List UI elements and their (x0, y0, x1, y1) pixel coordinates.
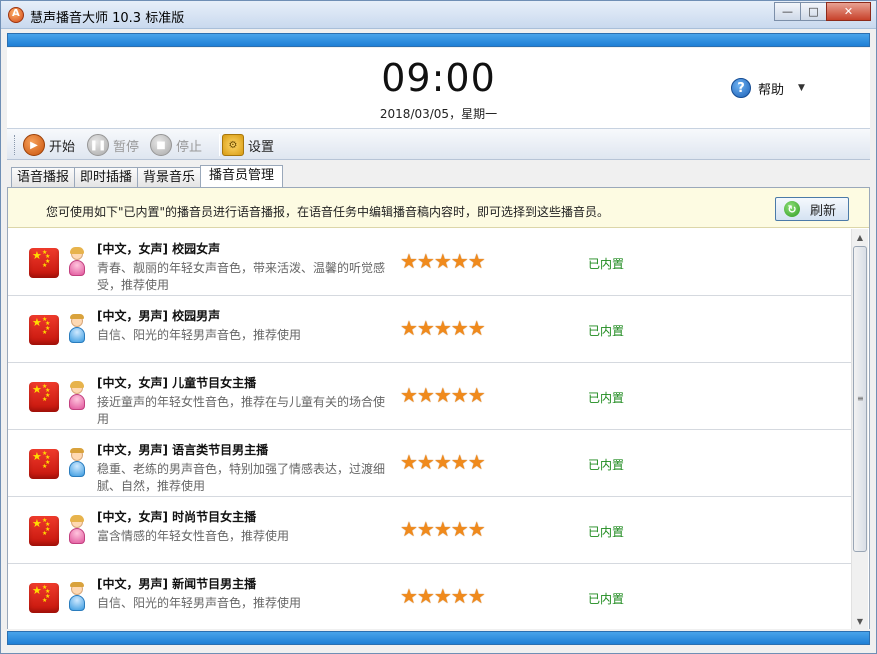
toolbar-separator (219, 134, 220, 156)
pause-icon: ❚❚ (87, 134, 109, 156)
stop-button[interactable]: ■ 停止 (150, 133, 202, 157)
minimize-button[interactable]: — (774, 2, 801, 21)
rating-stars-icon: ★★★★★ (400, 517, 486, 541)
toolbar-grip[interactable] (14, 135, 17, 155)
stop-label: 停止 (176, 139, 203, 155)
refresh-button[interactable]: ↻ 刷新 (775, 197, 849, 221)
voice-status: 已内置 (588, 257, 625, 271)
settings-label: 设置 (248, 139, 275, 155)
refresh-label: 刷新 (810, 203, 837, 219)
voice-row[interactable]: ★ ★ ★ ★ ★ [中文，女声] 校园女声青春、靓丽的年轻女声音色，带来活泼、温馨的听觉… (8, 229, 851, 296)
scrollbar-thumb[interactable]: ≡ (853, 246, 867, 552)
rating-stars-icon: ★★★★★ (400, 584, 486, 608)
scroll-up-arrow-icon[interactable]: ▲ (852, 229, 868, 245)
app-logo-icon (8, 7, 24, 23)
pause-label: 暂停 (113, 139, 140, 155)
tab-voice-broadcast[interactable]: 语音播报 (11, 167, 76, 188)
toolbar: ▶ 开始 ❚❚ 暂停 ■ 停止 ⚙ 设置 (7, 128, 870, 160)
voice-status: 已内置 (588, 324, 625, 338)
rating-stars-icon: ★★★★★ (400, 249, 486, 273)
voice-description: 青春、靓丽的年轻女声音色，带来活泼、温馨的听觉感受，推荐使用 (97, 261, 386, 292)
top-accent-bar (7, 33, 870, 47)
voice-description: 自信、阳光的年轻男声音色，推荐使用 (97, 328, 302, 342)
help-label[interactable]: 帮助 (758, 79, 784, 98)
maximize-button[interactable]: □ (800, 2, 827, 21)
settings-button[interactable]: ⚙ 设置 (222, 133, 274, 157)
scroll-down-arrow-icon[interactable]: ▼ (852, 613, 868, 629)
bottom-accent-bar (7, 631, 870, 645)
start-label: 开始 (49, 139, 76, 155)
window-controls: — □ ✕ (774, 2, 871, 21)
pause-button[interactable]: ❚❚ 暂停 (87, 133, 139, 157)
voice-status: 已内置 (588, 592, 625, 606)
voice-name: [中文，男声] 语言类节目男主播 (97, 443, 269, 457)
china-flag-icon: ★ ★ ★ ★ ★ (29, 315, 59, 345)
female-avatar-icon (68, 381, 86, 412)
voice-name: [中文，男声] 新闻节目男主播 (97, 577, 257, 591)
male-avatar-icon (68, 448, 86, 479)
tab-instant-insert[interactable]: 即时插播 (74, 167, 139, 188)
help-question-icon[interactable]: ? (731, 78, 751, 98)
china-flag-icon: ★ ★ ★ ★ ★ (29, 382, 59, 412)
voice-list: ★ ★ ★ ★ ★ [中文，女声] 校园女声青春、靓丽的年轻女声音色，带来活泼、温馨的听觉… (8, 229, 851, 629)
title-bar[interactable]: 慧声播音大师 10.3 标准版 — □ ✕ (1, 1, 876, 29)
voice-name: [中文，男声] 校园男声 (97, 309, 221, 323)
voice-row[interactable]: ★ ★ ★ ★ ★ [中文，男声] 新闻节目男主播自信、阳光的年轻男声音色，推荐使用 ★★★… (8, 564, 851, 629)
notice-text: 您可使用如下"已内置"的播音员进行语音播报，在语音任务中编辑播音稿内容时，即可选… (46, 205, 610, 219)
voice-name: [中文，女声] 校园女声 (97, 242, 221, 256)
female-avatar-icon (68, 515, 86, 546)
voice-row[interactable]: ★ ★ ★ ★ ★ [中文，男声] 语言类节目男主播稳重、老练的男声音色，特别加强了情感表… (8, 430, 851, 497)
rating-stars-icon: ★★★★★ (400, 316, 486, 340)
china-flag-icon: ★ ★ ★ ★ ★ (29, 449, 59, 479)
voice-row[interactable]: ★ ★ ★ ★ ★ [中文，女声] 儿童节目女主播接近童声的年轻女性音色，推荐在与儿童有关… (8, 363, 851, 430)
help-menu[interactable]: ? 帮助 ▼ (731, 78, 805, 98)
female-avatar-icon (68, 247, 86, 278)
tab-background-music[interactable]: 背景音乐 (137, 167, 202, 188)
notice-bar: 您可使用如下"已内置"的播音员进行语音播报，在语音任务中编辑播音稿内容时，即可选… (8, 188, 869, 228)
male-avatar-icon (68, 582, 86, 613)
male-avatar-icon (68, 314, 86, 345)
stop-icon: ■ (150, 134, 172, 156)
announcer-panel: 您可使用如下"已内置"的播音员进行语音播报，在语音任务中编辑播音稿内容时，即可选… (7, 188, 870, 629)
tab-strip: 语音播报 即时插播 背景音乐 播音员管理 (11, 165, 284, 189)
voice-name: [中文，女声] 时尚节目女主播 (97, 510, 257, 524)
scrollbar-grip-icon: ≡ (857, 394, 864, 403)
app-window: 慧声播音大师 10.3 标准版 — □ ✕ 09:00 2018/03/05，星… (0, 0, 877, 654)
close-button[interactable]: ✕ (826, 2, 871, 21)
clock-date: 2018/03/05，星期一 (379, 107, 498, 121)
voice-row[interactable]: ★ ★ ★ ★ ★ [中文，女声] 时尚节目女主播富含情感的年轻女性音色，推荐使用 ★★★★… (8, 497, 851, 564)
voice-description: 接近童声的年轻女性音色，推荐在与儿童有关的场合使用 (97, 395, 386, 426)
voice-status: 已内置 (588, 525, 625, 539)
china-flag-icon: ★ ★ ★ ★ ★ (29, 248, 59, 278)
start-button[interactable]: ▶ 开始 (23, 133, 75, 157)
window-title: 慧声播音大师 10.3 标准版 (30, 11, 185, 26)
china-flag-icon: ★ ★ ★ ★ ★ (29, 583, 59, 613)
tab-announcer-management[interactable]: 播音员管理 (200, 165, 284, 189)
voice-row[interactable]: ★ ★ ★ ★ ★ [中文，男声] 校园男声自信、阳光的年轻男声音色，推荐使用 ★★★★★ 已… (8, 296, 851, 363)
gear-icon: ⚙ (222, 134, 244, 156)
voice-description: 自信、阳光的年轻男声音色，推荐使用 (97, 596, 302, 610)
rating-stars-icon: ★★★★★ (400, 450, 486, 474)
voice-name: [中文，女声] 儿童节目女主播 (97, 376, 257, 390)
china-flag-icon: ★ ★ ★ ★ ★ (29, 516, 59, 546)
voice-description: 稳重、老练的男声音色，特别加强了情感表达，过渡细腻、自然，推荐使用 (97, 462, 386, 493)
clock-header: 09:00 2018/03/05，星期一 ? 帮助 ▼ (7, 48, 870, 128)
voice-status: 已内置 (588, 458, 625, 472)
refresh-icon: ↻ (784, 201, 800, 217)
voice-description: 富含情感的年轻女性音色，推荐使用 (97, 529, 290, 543)
rating-stars-icon: ★★★★★ (400, 383, 486, 407)
voice-status: 已内置 (588, 391, 625, 405)
vertical-scrollbar[interactable]: ▲ ≡ ▼ (851, 229, 868, 629)
chevron-down-icon[interactable]: ▼ (798, 83, 805, 93)
play-icon: ▶ (23, 134, 45, 156)
